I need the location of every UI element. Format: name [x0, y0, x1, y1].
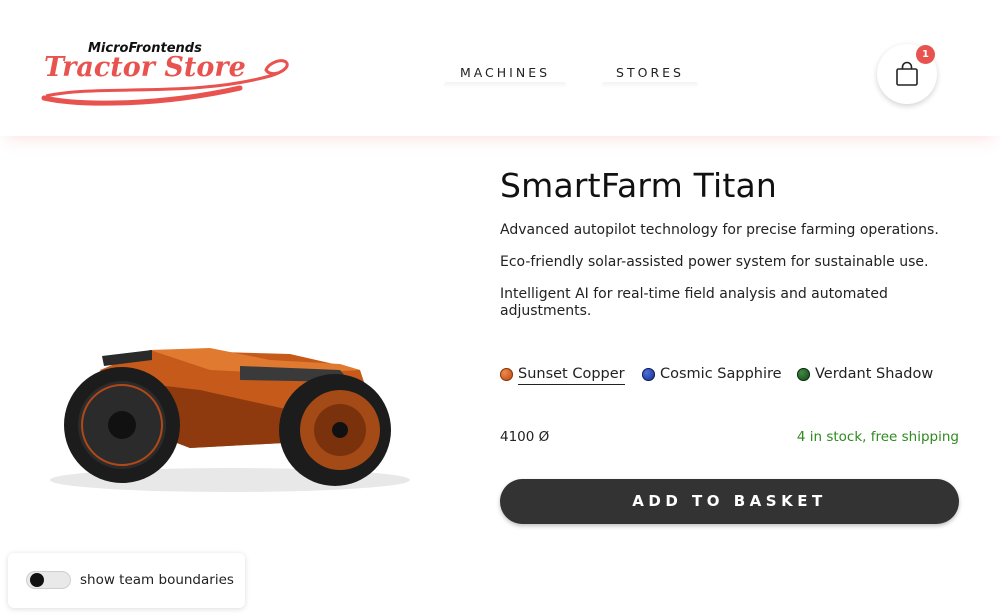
basket-count-badge: 1 [916, 45, 935, 64]
color-swatch [797, 368, 810, 381]
variant-verdant-shadow[interactable]: Verdant Shadow [797, 365, 937, 387]
team-boundaries-toggle[interactable] [26, 571, 71, 589]
product-price: 4100 Ø [500, 429, 550, 445]
variant-label: Cosmic Sapphire [660, 366, 782, 382]
nav-machines[interactable]: MACHINES [444, 62, 566, 88]
product-title: SmartFarm Titan [500, 166, 778, 205]
variant-label: Verdant Shadow [815, 366, 934, 382]
feature-item: Eco-friendly solar-assisted power system… [500, 254, 929, 270]
shopping-bag-icon [896, 61, 918, 86]
add-to-basket-button[interactable]: ADD TO BASKET [500, 479, 959, 524]
feature-item: Advanced autopilot technology for precis… [500, 222, 939, 238]
variant-label: Sunset Copper [518, 365, 625, 385]
product-image [50, 348, 410, 492]
team-boundaries-panel: show team boundaries [8, 553, 245, 608]
variant-cosmic-sapphire[interactable]: Cosmic Sapphire [642, 365, 782, 387]
stock-status: 4 in stock, free shipping [796, 429, 959, 445]
variant-sunset-copper[interactable]: Sunset Copper [500, 365, 625, 387]
main-nav: MACHINES STORES [0, 62, 1000, 88]
feature-list: Advanced autopilot technology for precis… [500, 222, 960, 335]
nav-stores[interactable]: STORES [602, 62, 698, 88]
feature-item: Intelligent AI for real-time field analy… [500, 286, 888, 319]
color-swatch [500, 368, 513, 381]
header: MicroFrontends Tractor Store MACHINES ST… [0, 0, 1000, 136]
toggle-knob [30, 573, 44, 587]
toggle-label: show team boundaries [80, 572, 234, 588]
color-swatch [642, 368, 655, 381]
